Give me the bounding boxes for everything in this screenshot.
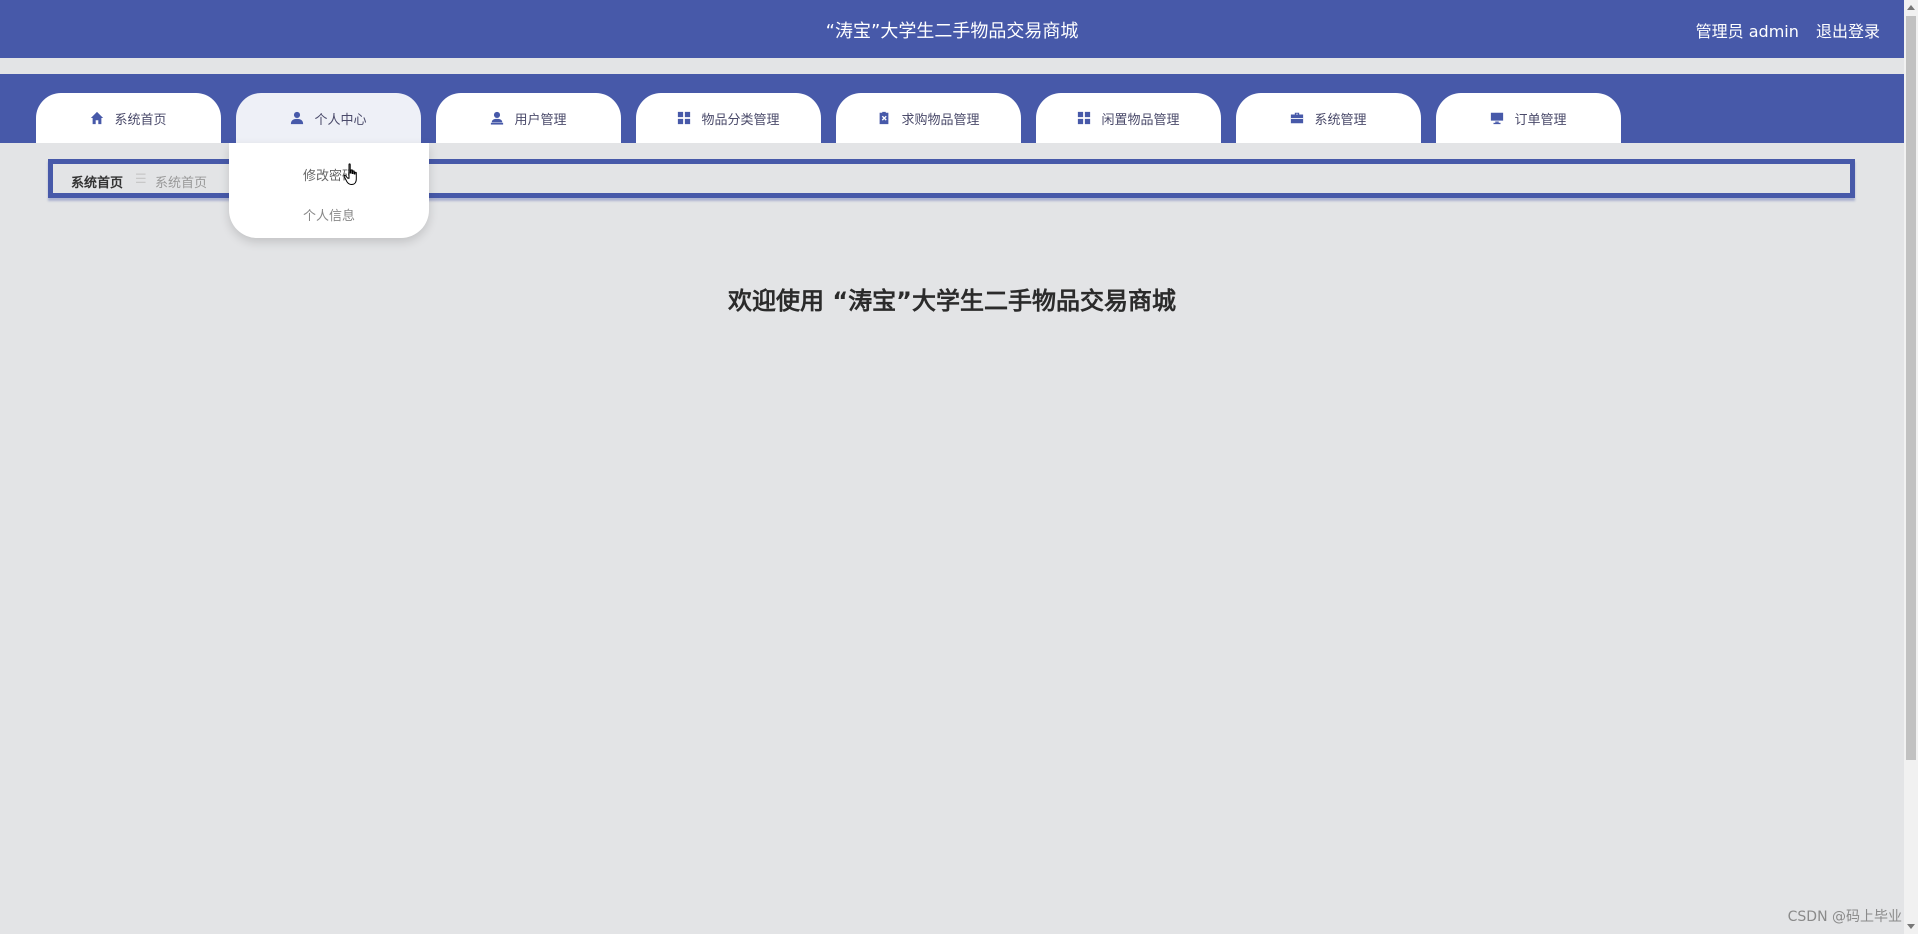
tab-label: 个人中心 [314, 112, 367, 128]
tab-label: 订单管理 [1514, 112, 1567, 128]
grid-icon [1077, 111, 1091, 125]
tab-label: 求购物品管理 [901, 112, 980, 128]
scroll-up-icon[interactable] [1907, 5, 1915, 10]
briefcase-icon [1290, 111, 1304, 125]
menu-item-change-password[interactable]: 修改密码 [229, 165, 429, 184]
tab-order-management[interactable]: 订单管理 [1436, 93, 1621, 143]
monitor-icon [1490, 111, 1504, 125]
breadcrumb-current: 系统首页 [155, 176, 208, 191]
home-icon [90, 111, 104, 125]
site-title: “涛宝”大学生二手物品交易商城 [825, 21, 1079, 42]
tab-label: 用户管理 [514, 112, 567, 128]
user-role-label: 管理员 admin [1695, 22, 1799, 41]
tab-home[interactable]: 系统首页 [36, 93, 221, 143]
user-area: 管理员 admin 退出登录 [1696, 18, 1880, 42]
tab-idle-items[interactable]: 闲置物品管理 [1036, 93, 1221, 143]
tab-personal-center[interactable]: 个人中心 [236, 93, 421, 143]
page-scrollbar[interactable] [1904, 0, 1918, 934]
hand-cursor-icon [343, 163, 357, 186]
user-icon [290, 111, 304, 125]
scroll-down-icon[interactable] [1907, 924, 1915, 929]
breadcrumb-separator: ☰ [135, 172, 147, 187]
tab-system-management[interactable]: 系统管理 [1236, 93, 1421, 143]
tab-label: 系统首页 [114, 112, 167, 128]
tab-user-management[interactable]: 用户管理 [436, 93, 621, 143]
top-header: “涛宝”大学生二手物品交易商城 管理员 admin 退出登录 [0, 0, 1904, 58]
user-manage-icon [490, 111, 504, 125]
tab-category-management[interactable]: 物品分类管理 [636, 93, 821, 143]
scrollbar-thumb[interactable] [1906, 16, 1916, 760]
breadcrumb-root[interactable]: 系统首页 [71, 172, 123, 191]
tab-label: 系统管理 [1314, 112, 1367, 128]
tab-label: 闲置物品管理 [1101, 112, 1180, 128]
personal-center-dropdown: 修改密码 个人信息 [229, 143, 429, 238]
watermark: CSDN @码上毕业 [1787, 909, 1902, 925]
tab-wanted-items[interactable]: 求购物品管理 [836, 93, 1021, 143]
clipboard-icon [877, 111, 891, 125]
menu-item-personal-info[interactable]: 个人信息 [229, 205, 429, 224]
welcome-heading: 欢迎使用 “涛宝”大学生二手物品交易商城 [728, 287, 1176, 315]
logout-link[interactable]: 退出登录 [1816, 22, 1880, 41]
grid-icon [677, 111, 691, 125]
tab-label: 物品分类管理 [701, 112, 780, 128]
